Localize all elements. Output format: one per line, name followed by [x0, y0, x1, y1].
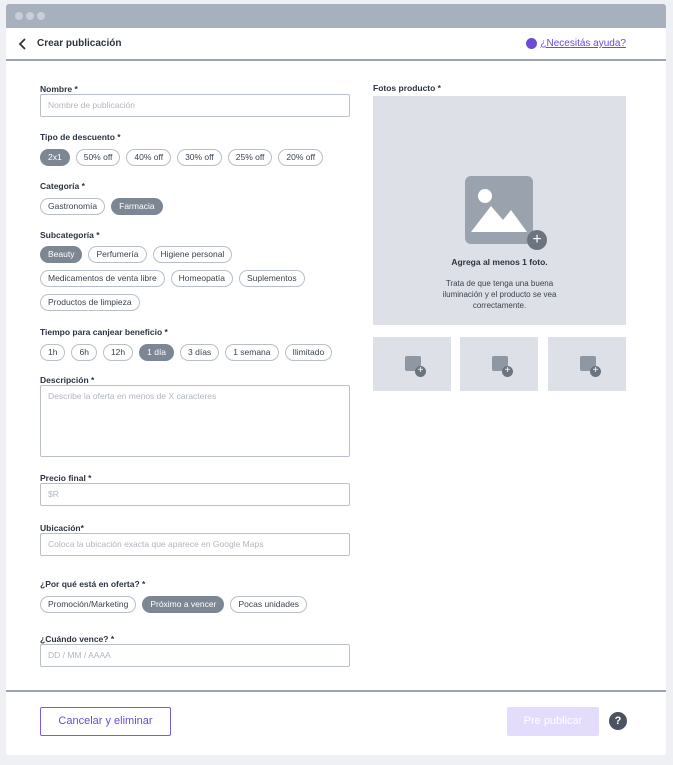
- option-chip[interactable]: 1 semana: [225, 344, 279, 361]
- add-photo-icon: +: [527, 230, 547, 250]
- vence-label: ¿Cuándo vence? *: [40, 634, 115, 644]
- option-chip[interactable]: Perfumería: [88, 246, 147, 263]
- photo-hint-title: Agrega al menos 1 foto.: [451, 257, 548, 267]
- ubicacion-input[interactable]: Coloca la ubicación exacta que aparece e…: [40, 533, 350, 556]
- option-chip[interactable]: Suplementos: [238, 270, 305, 287]
- option-chip[interactable]: Productos de limpieza: [40, 294, 140, 311]
- subcategoria-chips: Beauty Perfumería Higiene personal Medicame…: [40, 246, 356, 311]
- tiempo-label: Tiempo para canjear beneficio *: [40, 327, 168, 337]
- option-chip[interactable]: Farmacia: [111, 198, 163, 215]
- option-chip[interactable]: 12h: [102, 344, 134, 361]
- option-chip[interactable]: 1 día: [139, 344, 175, 361]
- option-chip[interactable]: Higiene personal: [152, 246, 233, 263]
- option-chip[interactable]: 20% off: [278, 149, 324, 166]
- window-dot-icon: [15, 12, 23, 20]
- option-chip[interactable]: Pocas unidades: [230, 596, 307, 613]
- prepublish-button[interactable]: Pre publicar: [507, 707, 599, 736]
- window-dot-icon: [26, 12, 34, 20]
- add-photo-icon: +: [502, 366, 513, 377]
- vence-input[interactable]: DD / MM / AAAA: [40, 644, 350, 667]
- motivo-chips: Promoción/Marketing Próximo a vencer Pocas…: [40, 596, 356, 613]
- photo-hint-body: Trata de que tenga una buena iluminación…: [442, 279, 557, 310]
- photo-upload-main[interactable]: + Agrega al menos 1 foto. Trata de que t…: [373, 96, 626, 325]
- photo-upload-thumb[interactable]: +: [460, 337, 538, 391]
- option-chip[interactable]: Ilimitado: [284, 344, 333, 361]
- add-photo-icon: +: [415, 366, 426, 377]
- tiempo-chips: 1h 6h 12h 1 día 3 días 1 semana Ilimitado: [40, 344, 356, 361]
- whatsapp-icon: [526, 38, 537, 49]
- top-bar: Crear publicación ¿Necesitás ayuda?: [6, 28, 666, 61]
- precio-input[interactable]: $R: [40, 483, 350, 506]
- option-chip[interactable]: 1h: [40, 344, 66, 361]
- option-chip[interactable]: 6h: [71, 344, 97, 361]
- option-chip[interactable]: Medicamentos de venta libre: [40, 270, 165, 287]
- tipo-descuento-chips: 2x1 50% off 40% off 30% off 25% off 20% off: [40, 149, 356, 166]
- help-link[interactable]: ¿Necesitás ayuda?: [540, 38, 626, 49]
- categoria-label: Categoría *: [40, 181, 85, 191]
- descripcion-label: Descripción *: [40, 375, 95, 385]
- motivo-label: ¿Por qué está en oferta? *: [40, 579, 146, 589]
- cancel-delete-button[interactable]: Cancelar y eliminar: [40, 707, 171, 736]
- option-chip[interactable]: Homeopatía: [170, 270, 233, 287]
- back-arrow-icon[interactable]: [16, 37, 30, 51]
- help-question-icon[interactable]: ?: [609, 712, 627, 730]
- add-photo-icon: +: [590, 366, 601, 377]
- option-chip[interactable]: Beauty: [40, 246, 83, 263]
- option-chip[interactable]: 2x1: [40, 149, 70, 166]
- option-chip[interactable]: Próximo a vencer: [142, 596, 225, 613]
- categoria-chips: Gastronomía Farmacia: [40, 198, 356, 215]
- footer-divider: [6, 690, 666, 692]
- page-title: Crear publicación: [37, 38, 122, 49]
- descripcion-textarea[interactable]: Describe la oferta en menos de X caracte…: [40, 385, 350, 457]
- option-chip[interactable]: 30% off: [177, 149, 222, 166]
- app-window: Crear publicación ¿Necesitás ayuda? Nomb…: [6, 4, 666, 755]
- precio-label: Precio final *: [40, 473, 92, 483]
- option-chip[interactable]: 40% off: [126, 149, 172, 166]
- option-chip[interactable]: Promoción/Marketing: [40, 596, 137, 613]
- title-bar: [6, 4, 666, 28]
- photo-upload-thumb[interactable]: +: [548, 337, 626, 391]
- option-chip[interactable]: 3 días: [180, 344, 220, 361]
- option-chip[interactable]: 50% off: [75, 149, 121, 166]
- photo-upload-thumb[interactable]: +: [373, 337, 451, 391]
- option-chip[interactable]: 25% off: [227, 149, 273, 166]
- ubicacion-label: Ubicación*: [40, 523, 84, 533]
- tipo-descuento-label: Tipo de descuento *: [40, 132, 121, 142]
- fotos-label: Fotos producto *: [373, 83, 441, 93]
- subcategoria-label: Subcategoría *: [40, 230, 100, 240]
- option-chip[interactable]: Gastronomía: [40, 198, 106, 215]
- nombre-label: Nombre *: [40, 84, 78, 94]
- nombre-input[interactable]: Nombre de publicación: [40, 94, 350, 117]
- image-placeholder-icon: [465, 176, 533, 244]
- window-dot-icon: [37, 12, 45, 20]
